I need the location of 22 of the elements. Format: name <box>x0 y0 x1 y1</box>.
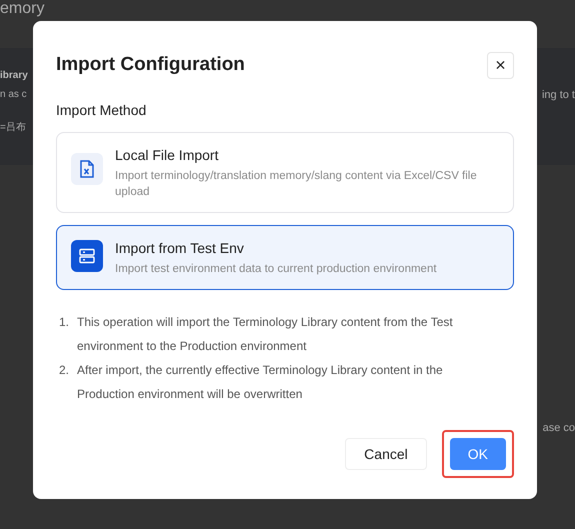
example-text: =吕布 <box>0 120 26 134</box>
note-text: This operation will import the Terminology Library content from the Test environment to the Production environment <box>77 314 454 354</box>
option-title: Import from Test Env <box>115 238 245 258</box>
import-option[interactable]: Import from Test Env Import test environment data to current production environment <box>56 224 514 290</box>
page-title: emory <box>0 1 44 17</box>
library-heading: ibrary <box>0 69 28 83</box>
option-description: Import terminology/translation memory/slang content via Excel/CSV file upload <box>115 168 478 200</box>
list-number: 2. <box>59 362 70 378</box>
dialog-title: Import Configuration <box>56 53 245 77</box>
import-option[interactable]: Local File Import Import terminology/translation memory/slang content via Excel/CSV file upload <box>56 132 514 212</box>
file-icon <box>80 160 94 178</box>
body-text: ase co <box>542 421 575 436</box>
server-icon <box>79 248 95 264</box>
section-label: Import Method <box>56 100 148 120</box>
option-description: Import test environment data to current production environment <box>115 262 437 276</box>
note-text: After import, the currently effective Terminology Library content in the Production environment will be overwritten <box>77 362 444 402</box>
description-text: ing to t <box>542 88 575 103</box>
close-button[interactable]: × <box>487 52 514 79</box>
cancel-button[interactable]: Cancel <box>345 438 427 470</box>
description-text: n as c <box>0 88 27 102</box>
list-number: 1. <box>59 314 70 330</box>
option-title: Local File Import <box>115 146 220 165</box>
